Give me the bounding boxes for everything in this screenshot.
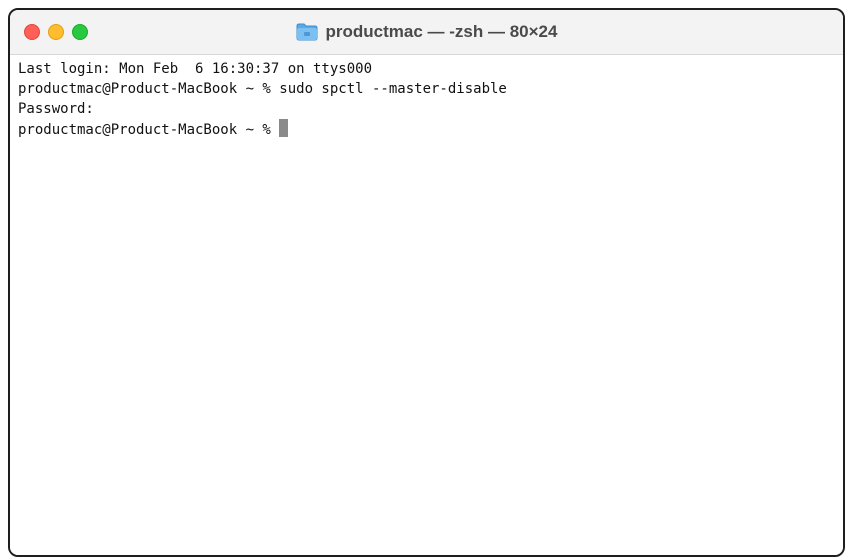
window-title-area: productmac — -zsh — 80×24 [10, 10, 843, 54]
text-cursor [279, 119, 289, 137]
terminal-line-last-login: Last login: Mon Feb 6 16:30:37 on ttys00… [18, 61, 373, 77]
terminal-window: productmac — -zsh — 80×24 Last login: Mo… [8, 8, 845, 557]
window-title: productmac — -zsh — 80×24 [325, 22, 558, 41]
title-bar[interactable]: productmac — -zsh — 80×24 [10, 10, 843, 55]
terminal-line-command: productmac@Product-MacBook ~ % sudo spct… [18, 81, 507, 97]
terminal-line-prompt[interactable]: productmac@Product-MacBook ~ % [18, 119, 835, 140]
terminal-output[interactable]: Last login: Mon Feb 6 16:30:37 on ttys00… [10, 55, 843, 555]
prompt-text: productmac@Product-MacBook ~ % [18, 122, 280, 138]
terminal-line-password: Password: [18, 101, 94, 117]
folder-icon [296, 23, 318, 41]
